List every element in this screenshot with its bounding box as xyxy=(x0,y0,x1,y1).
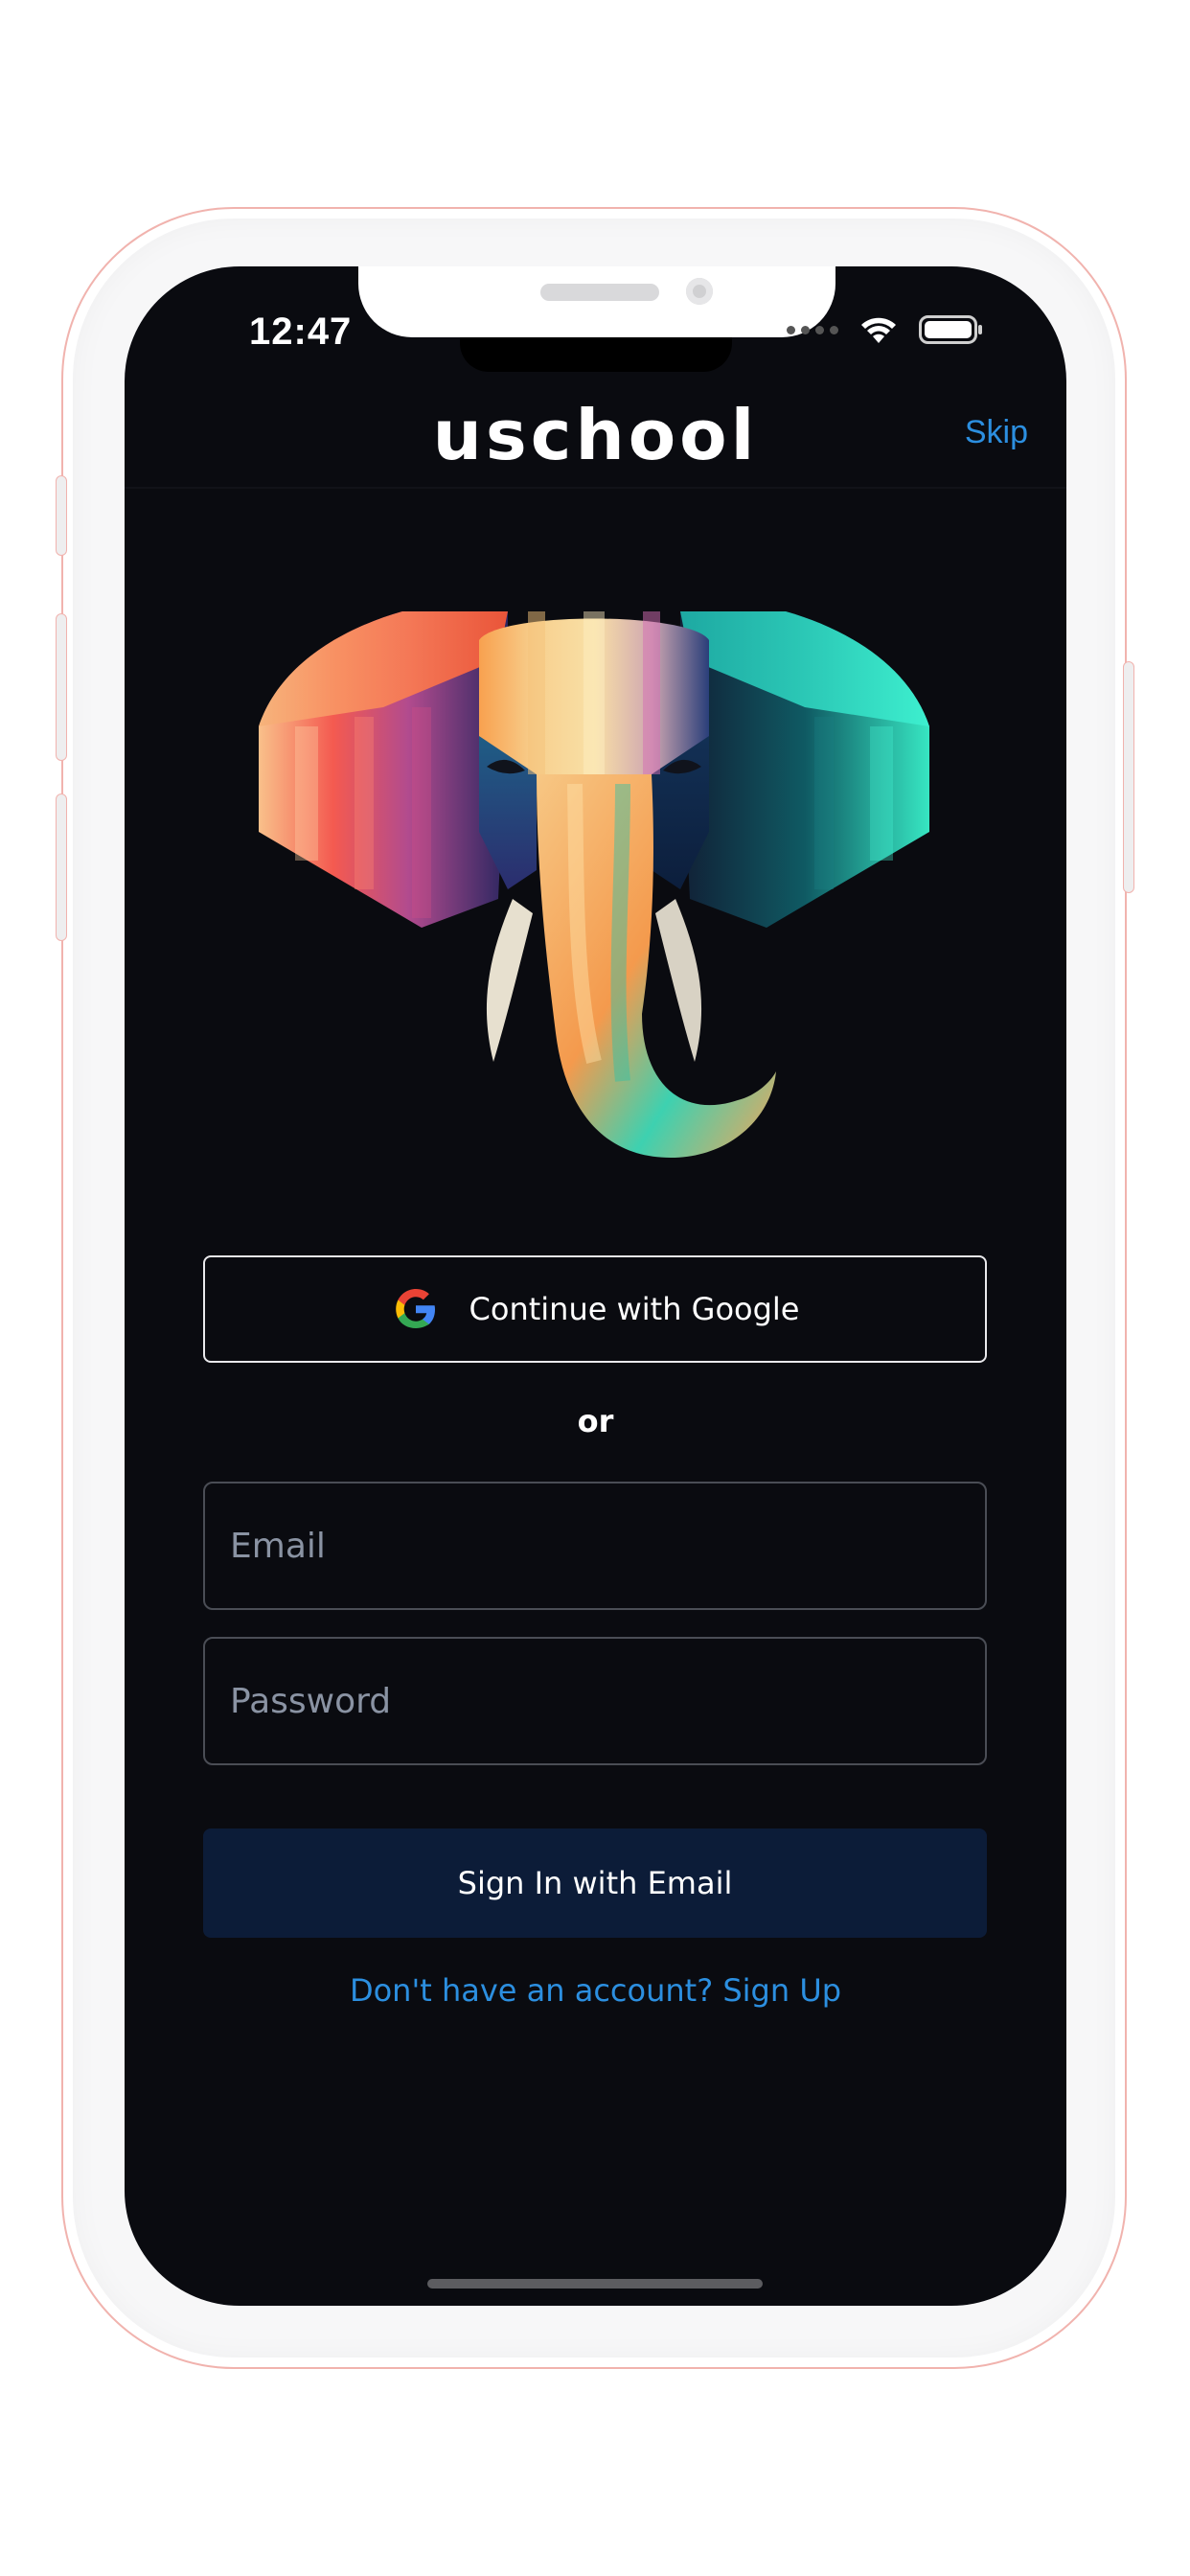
password-field xyxy=(203,1637,987,1765)
app-logo: uschool xyxy=(432,395,759,475)
sign-up-link[interactable]: Don't have an account? Sign Up xyxy=(125,1972,1066,2009)
email-field xyxy=(203,1482,987,1610)
status-time: 12:47 xyxy=(249,310,353,353)
app-header: uschool Skip xyxy=(125,391,1066,489)
volume-up-button xyxy=(56,613,67,761)
home-indicator[interactable] xyxy=(427,2279,763,2288)
sign-in-with-email-button[interactable]: Sign In with Email xyxy=(203,1828,987,1938)
or-divider: or xyxy=(577,1403,614,1439)
google-button-label: Continue with Google xyxy=(469,1291,800,1327)
speaker xyxy=(540,284,659,301)
cellular-signal-icon xyxy=(787,325,838,334)
elephant-illustration xyxy=(259,611,929,1158)
mute-switch xyxy=(56,475,67,556)
power-button xyxy=(1123,661,1134,893)
notch xyxy=(358,266,835,337)
sign-in-button-label: Sign In with Email xyxy=(457,1865,733,1901)
google-icon xyxy=(395,1289,435,1328)
wifi-icon xyxy=(861,317,896,343)
battery-icon xyxy=(919,315,982,344)
volume-down-button xyxy=(56,794,67,941)
notch-shadow xyxy=(460,337,732,372)
email-input[interactable] xyxy=(205,1484,985,1608)
continue-with-google-button[interactable]: Continue with Google xyxy=(203,1255,987,1363)
skip-button[interactable]: Skip xyxy=(965,414,1028,451)
password-input[interactable] xyxy=(205,1639,985,1763)
app-screen: 12:47 uschool Skip Continue with Google … xyxy=(125,266,1066,2306)
camera xyxy=(686,278,713,305)
status-icons xyxy=(787,314,984,345)
